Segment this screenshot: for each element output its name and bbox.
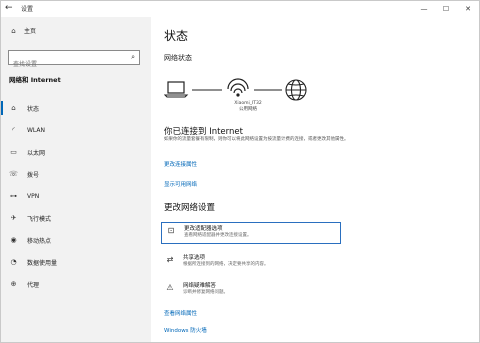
window-controls: — ☐ ✕ <box>413 1 479 17</box>
hotspot-icon: ◉ <box>10 236 17 244</box>
sidebar-nav: ⌂ 状态 ◜ WLAN ▭ 以太网 ☏ 拨号 ⊶ VPN ✈ 飞行模式 ◉ 移动… <box>1 97 151 295</box>
sidebar-item-label: 飞行模式 <box>27 215 52 223</box>
sidebar-item-airplane-mode[interactable]: ✈ 飞行模式 <box>1 207 151 229</box>
wifi-signal-icon <box>227 78 249 97</box>
data-usage-icon: ◔ <box>10 258 17 266</box>
option-subtitle: 根据所连接到的网络，决定要共享的内容。 <box>183 262 269 267</box>
option-title: 更改适配器选项 <box>184 226 223 232</box>
option-subtitle: 诊断并修复网络问题。 <box>183 290 228 295</box>
warning-icon: ⚠ <box>166 283 174 292</box>
sidebar-item-mobile-hotspot[interactable]: ◉ 移动热点 <box>1 229 151 251</box>
sidebar-item-label: 移动热点 <box>27 237 52 245</box>
sidebar-item-vpn[interactable]: ⊶ VPN <box>1 185 151 207</box>
proxy-globe-icon: ⊕ <box>10 280 17 288</box>
title-bar: ← 设置 — ☐ ✕ <box>1 1 479 17</box>
network-troubleshooter[interactable]: ⚠ 网络疑难解答 诊断并修复网络问题。 <box>161 280 341 302</box>
sidebar-item-ethernet[interactable]: ▭ 以太网 <box>1 141 151 163</box>
sidebar-item-label: 拨号 <box>27 171 40 179</box>
home-label: 主页 <box>24 28 37 35</box>
connected-heading: 你已连接到 Internet <box>164 127 243 137</box>
sidebar: ⌂ 主页 ⌕ 网络和 Internet ⌂ 状态 ◜ WLAN ▭ 以太网 ☏ … <box>1 17 151 342</box>
network-diagram: Xiaomi_IT32 公用网络 <box>163 75 314 125</box>
sidebar-item-status[interactable]: ⌂ 状态 <box>1 97 151 119</box>
connected-description: 如果你的流量套餐有限制，则你可以将此网络设置为按流量计费的连接，或者更改其他属性… <box>164 137 349 142</box>
status-icon: ⌂ <box>11 104 16 112</box>
network-diagram-graphic <box>163 78 307 101</box>
sidebar-item-label: 以太网 <box>27 149 46 157</box>
globe-icon <box>285 79 307 101</box>
sidebar-item-data-usage[interactable]: ◔ 数据使用量 <box>1 251 151 273</box>
option-title: 共享选项 <box>183 255 206 261</box>
change-settings-heading: 更改网络设置 <box>164 203 216 213</box>
minimize-button[interactable]: — <box>413 1 435 17</box>
show-available-networks-link[interactable]: 显示可用网络 <box>164 180 197 188</box>
back-arrow-icon[interactable]: ← <box>5 3 13 13</box>
sidebar-item-label: 状态 <box>27 105 40 113</box>
search-input[interactable] <box>9 58 121 71</box>
adapter-icon: ⊡ <box>167 226 175 235</box>
option-title: 网络疑难解答 <box>183 283 217 289</box>
home-link[interactable]: ⌂ 主页 <box>9 26 37 36</box>
section-title: 网络和 Internet <box>9 76 61 84</box>
settings-window: ← 设置 — ☐ ✕ ⌂ 主页 ⌕ 网络和 Internet ⌂ 状态 ◜ WL… <box>0 0 480 343</box>
sharing-icon: ⇄ <box>166 255 174 264</box>
view-network-properties-link[interactable]: 查看网络属性 <box>164 309 197 317</box>
search-icon[interactable]: ⌕ <box>131 53 135 62</box>
close-button[interactable]: ✕ <box>457 1 479 17</box>
change-adapter-options[interactable]: ⊡ 更改适配器选项 查看网络适配器并更改连接设置。 <box>161 222 341 244</box>
home-icon: ⌂ <box>11 26 16 35</box>
wifi-icon: ◜ <box>12 126 15 134</box>
network-type-label: 公用网络 <box>239 107 257 112</box>
option-subtitle: 查看网络适配器并更改连接设置。 <box>184 233 252 238</box>
maximize-button[interactable]: ☐ <box>435 1 457 17</box>
sidebar-item-label: VPN <box>27 192 40 200</box>
network-status-heading: 网络状态 <box>164 54 192 62</box>
sharing-options[interactable]: ⇄ 共享选项 根据所连接到的网络，决定要共享的内容。 <box>161 252 341 274</box>
sidebar-item-label: WLAN <box>27 126 46 134</box>
laptop-icon <box>163 81 189 98</box>
network-name: Xiaomi_IT32 公用网络 <box>228 101 268 113</box>
sidebar-item-dialup[interactable]: ☏ 拨号 <box>1 163 151 185</box>
ethernet-icon: ▭ <box>10 148 17 156</box>
main-content: 状态 网络状态 Xiaomi_IT32 公用网络 你已连接到 Internet … <box>151 17 479 342</box>
sidebar-item-label: 数据使用量 <box>27 259 58 267</box>
vpn-icon: ⊶ <box>10 192 17 200</box>
page-title: 状态 <box>164 29 189 43</box>
sidebar-item-label: 代理 <box>27 281 40 289</box>
phone-icon: ☏ <box>9 170 18 178</box>
sidebar-item-wlan[interactable]: ◜ WLAN <box>1 119 151 141</box>
window-title: 设置 <box>21 6 34 13</box>
windows-firewall-link[interactable]: Windows 防火墙 <box>164 326 207 334</box>
airplane-icon: ✈ <box>10 214 17 222</box>
sidebar-item-proxy[interactable]: ⊕ 代理 <box>1 273 151 295</box>
change-connection-properties-link[interactable]: 更改连接属性 <box>164 160 197 168</box>
search-box[interactable]: ⌕ <box>8 50 140 71</box>
